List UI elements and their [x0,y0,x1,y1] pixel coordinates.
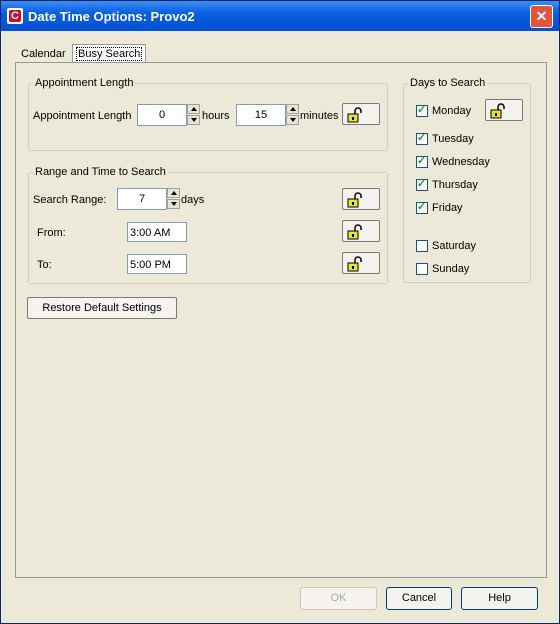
wednesday-checkbox[interactable] [416,154,428,168]
days-to-search-legend: Days to Search [408,77,488,89]
search-range-lock-button[interactable] [342,188,380,210]
search-range-spinner: 7 [117,188,181,210]
close-button[interactable]: ✕ [530,5,553,28]
unlock-icon [490,103,505,119]
monday-checkbox[interactable] [416,103,428,117]
saturday-label: Saturday [432,240,477,252]
tab-busy-search-label: Busy Search [76,47,143,61]
app-icon: C [7,8,23,24]
thursday-label: Thursday [432,179,478,191]
cancel-button[interactable]: Cancel [386,587,452,610]
friday-label: Friday [432,202,463,214]
saturday-checkbox[interactable] [416,240,428,252]
sunday-label: Sunday [432,263,470,275]
from-time-input[interactable]: 3:00 AM [127,222,187,242]
title-bar[interactable]: C Date Time Options: Provo2 ✕ [1,1,559,31]
from-time-lock-button[interactable] [342,220,380,242]
minutes-spinner: 15 [236,104,300,126]
unlock-icon [347,107,362,123]
tuesday-label: Tuesday [432,133,474,145]
tab-calendar[interactable]: Calendar [21,48,66,60]
from-label: From: [37,227,66,239]
search-range-up-arrow-icon[interactable] [167,188,180,198]
search-range-down-arrow-icon[interactable] [167,199,180,209]
to-time-input[interactable]: 5:00 PM [127,254,187,274]
appointment-length-lock-button[interactable] [342,103,380,125]
unlock-icon [347,256,362,272]
sunday-checkbox[interactable] [416,263,428,275]
range-time-legend: Range and Time to Search [33,166,168,178]
minutes-input[interactable]: 15 [236,104,286,126]
wednesday-label: Wednesday [432,156,490,168]
search-range-input[interactable]: 7 [117,188,167,210]
window-title: Date Time Options: Provo2 [28,9,195,24]
app-icon-letter: C [9,10,21,22]
monday-label: Monday [432,105,472,117]
to-label: To: [37,259,52,271]
search-range-unit-label: days [181,194,205,206]
restore-defaults-button[interactable]: Restore Default Settings [27,297,177,319]
tab-busy-search[interactable]: Busy Search [72,44,147,63]
hours-unit-label: hours [202,110,230,122]
dialog-window: C Date Time Options: Provo2 ✕ Calendar B… [0,0,560,624]
friday-checkbox[interactable] [416,200,428,214]
days-lock-button[interactable] [485,99,523,121]
appointment-length-legend: Appointment Length [33,77,136,89]
minutes-down-arrow-icon[interactable] [286,115,299,125]
minutes-unit-label: minutes [300,110,339,122]
search-range-label: Search Range: [33,194,107,206]
appointment-length-label: Appointment Length [33,110,132,122]
hours-up-arrow-icon[interactable] [187,104,200,114]
minutes-up-arrow-icon[interactable] [286,104,299,114]
thursday-checkbox[interactable] [416,177,428,191]
ok-button[interactable]: OK [300,587,377,610]
to-time-lock-button[interactable] [342,252,380,274]
range-time-group: Range and Time to Search [28,166,388,284]
hours-spinner: 0 [137,104,201,126]
help-button[interactable]: Help [461,587,538,610]
tuesday-checkbox[interactable] [416,131,428,145]
hours-input[interactable]: 0 [137,104,187,126]
hours-down-arrow-icon[interactable] [187,115,200,125]
unlock-icon [347,224,362,240]
unlock-icon [347,192,362,208]
